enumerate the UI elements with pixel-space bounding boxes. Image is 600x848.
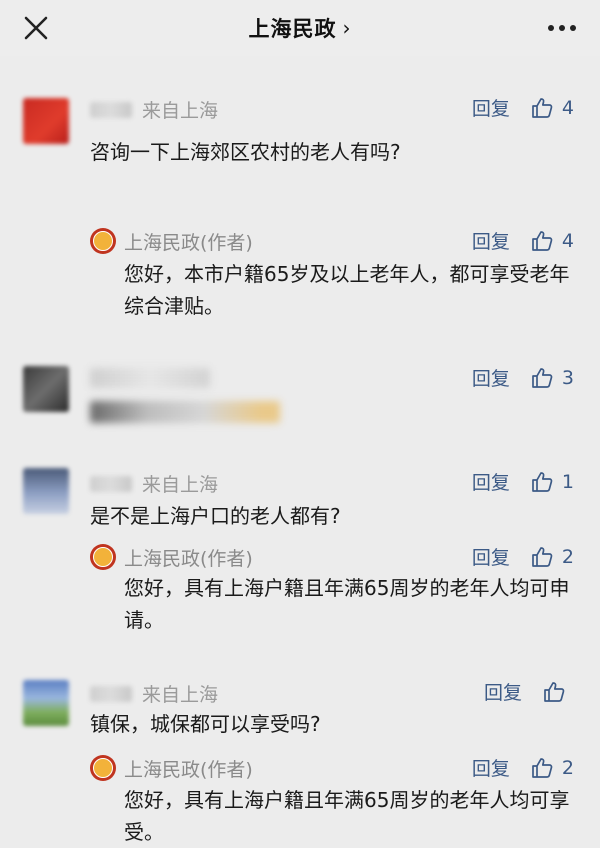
close-icon[interactable] xyxy=(22,14,50,42)
avatar[interactable] xyxy=(23,366,69,412)
author-name: 上海民政 xyxy=(124,232,201,254)
reply-button[interactable]: 回复 xyxy=(472,94,510,121)
reply-button[interactable]: 回复 xyxy=(472,227,510,254)
reply-button[interactable]: 回复 xyxy=(472,543,510,570)
blurred-username xyxy=(90,368,210,388)
comment-actions: 回复 3 xyxy=(472,364,574,391)
thumbs-up-icon xyxy=(532,367,553,388)
top-bar: 上海民政 › xyxy=(0,0,600,56)
author-name: 上海民政 xyxy=(124,548,201,570)
author-tag: (作者) xyxy=(200,759,253,781)
thumbs-up-icon xyxy=(532,230,553,251)
like-button[interactable]: 4 xyxy=(530,229,574,253)
thumbs-up-icon xyxy=(544,681,565,702)
reply-text: 您好，本市户籍65岁及以上老年人，都可享受老年综合津贴。 xyxy=(124,262,570,318)
author-avatar[interactable] xyxy=(90,228,116,254)
comment-location: 来自上海 xyxy=(142,100,219,122)
thumbs-up-icon xyxy=(532,471,553,492)
comment-text: 是不是上海户口的老人都有? xyxy=(90,504,341,528)
thumbs-up-icon xyxy=(532,757,553,778)
reply-button[interactable]: 回复 xyxy=(484,678,522,705)
reply-actions: 回复 4 xyxy=(472,227,574,254)
comment-meta: 来自上海 xyxy=(90,680,218,707)
more-icon[interactable] xyxy=(546,20,578,36)
comment-meta: 来自上海 xyxy=(90,96,218,123)
like-count: 3 xyxy=(561,366,574,389)
comment-text: 咨询一下上海郊区农村的老人有吗? xyxy=(90,140,401,164)
chevron-right-icon: › xyxy=(342,16,352,40)
like-button[interactable]: 1 xyxy=(530,470,574,494)
like-count: 2 xyxy=(561,545,574,568)
blurred-comment-text xyxy=(90,401,280,423)
like-button[interactable] xyxy=(542,680,574,704)
comment-actions: 回复 4 xyxy=(472,94,574,121)
author-avatar[interactable] xyxy=(90,544,116,570)
reply-meta: 上海民政(作者) xyxy=(124,228,253,255)
page-title-text: 上海民政 xyxy=(248,17,337,41)
comment-actions: 回复 1 xyxy=(472,468,574,495)
like-button[interactable]: 2 xyxy=(530,545,574,569)
author-name: 上海民政 xyxy=(124,759,201,781)
like-count: 4 xyxy=(561,96,574,119)
author-avatar[interactable] xyxy=(90,755,116,781)
reply-text: 您好，具有上海户籍且年满65周岁的老年人均可申请。 xyxy=(124,576,570,632)
blurred-username xyxy=(90,685,132,702)
blurred-username xyxy=(90,475,132,492)
reply-meta: 上海民政(作者) xyxy=(124,544,253,571)
comment-meta: 来自上海 xyxy=(90,470,218,497)
like-count: 4 xyxy=(561,229,574,252)
like-button[interactable]: 2 xyxy=(530,756,574,780)
comment-text: 镇保，城保都可以享受吗? xyxy=(90,712,321,736)
author-tag: (作者) xyxy=(200,548,253,570)
reply-button[interactable]: 回复 xyxy=(472,364,510,391)
comment-location: 来自上海 xyxy=(142,474,219,496)
avatar[interactable] xyxy=(23,98,69,144)
reply-button[interactable]: 回复 xyxy=(472,468,510,495)
reply-actions: 回复 2 xyxy=(472,754,574,781)
blurred-username xyxy=(90,101,132,118)
comment-actions: 回复 xyxy=(484,678,574,705)
like-count: 1 xyxy=(561,470,574,493)
reply-button[interactable]: 回复 xyxy=(472,754,510,781)
avatar[interactable] xyxy=(23,468,69,514)
like-button[interactable]: 3 xyxy=(530,366,574,390)
reply-actions: 回复 2 xyxy=(472,543,574,570)
reply-meta: 上海民政(作者) xyxy=(124,755,253,782)
thumbs-up-icon xyxy=(532,97,553,118)
like-button[interactable]: 4 xyxy=(530,96,574,120)
thumbs-up-icon xyxy=(532,546,553,567)
avatar[interactable] xyxy=(23,680,69,726)
page-title[interactable]: 上海民政 › xyxy=(249,13,352,43)
author-tag: (作者) xyxy=(200,232,253,254)
comment-location: 来自上海 xyxy=(142,684,219,706)
like-count: 2 xyxy=(561,756,574,779)
